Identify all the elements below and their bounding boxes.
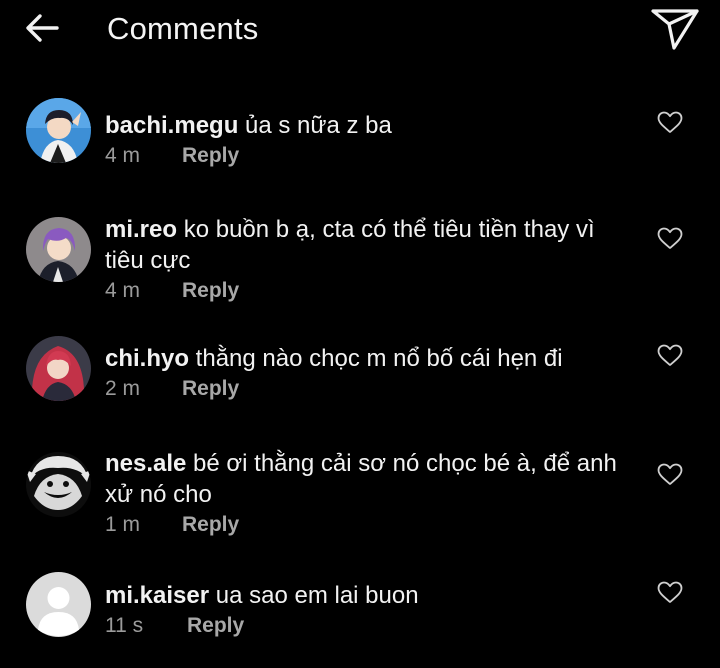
avatar[interactable] <box>26 452 91 517</box>
header-bar: Comments <box>0 0 720 62</box>
reply-button[interactable]: Reply <box>182 510 239 540</box>
avatar[interactable] <box>26 98 91 163</box>
avatar[interactable] <box>26 336 91 401</box>
comment-time: 4 m <box>105 279 141 302</box>
heart-icon <box>657 111 683 139</box>
comment-text: ko buồn b ạ, cta có thể tiêu tiền thay v… <box>105 216 595 274</box>
share-button[interactable] <box>648 8 702 54</box>
like-button[interactable] <box>654 462 686 492</box>
heart-icon <box>657 581 683 609</box>
page-title: Comments <box>107 11 259 46</box>
comment-username[interactable]: nes.ale <box>105 450 186 477</box>
comment-username[interactable]: mi.reo <box>105 216 177 243</box>
like-button[interactable] <box>654 343 686 373</box>
reply-button[interactable]: Reply <box>182 276 239 306</box>
like-button[interactable] <box>654 226 686 256</box>
comment-time: 1 m <box>105 513 141 536</box>
like-button[interactable] <box>654 580 686 610</box>
arrow-left-icon <box>25 13 59 48</box>
comment-username[interactable]: mi.kaiser <box>105 582 209 609</box>
comment-time: 11 s <box>105 614 144 637</box>
comment-body: mi.reo ko buồn b ạ, cta có thể tiêu tiền… <box>105 214 625 306</box>
comment-body: bachi.megu ủa s nữa z ba 4 m Reply <box>105 110 625 171</box>
comment-body: mi.kaiser ua sao em lai buon 11 s Reply <box>105 580 625 641</box>
back-button[interactable] <box>22 12 62 48</box>
comment-body: nes.ale bé ơi thằng cải sơ nó chọc bé à,… <box>105 448 625 540</box>
reply-button[interactable]: Reply <box>187 611 244 641</box>
comment-text: ua sao em lai buon <box>209 582 419 609</box>
comment-time: 2 m <box>105 377 141 400</box>
reply-button[interactable]: Reply <box>182 141 239 171</box>
comment-body: chi.hyo thằng nào chọc m nổ bố cái hẹn đ… <box>105 343 625 404</box>
avatar[interactable] <box>26 572 91 637</box>
comment-username[interactable]: bachi.megu <box>105 112 238 139</box>
comment-time: 4 m <box>105 144 141 167</box>
heart-icon <box>657 463 683 491</box>
comment-text: ủa s nữa z ba <box>238 112 392 139</box>
comment-text: thằng nào chọc m nổ bố cái hẹn đi <box>189 345 563 372</box>
paper-plane-icon <box>650 7 700 56</box>
comment-username[interactable]: chi.hyo <box>105 345 189 372</box>
like-button[interactable] <box>654 110 686 140</box>
heart-icon <box>657 344 683 372</box>
heart-icon <box>657 227 683 255</box>
avatar[interactable] <box>26 217 91 282</box>
reply-button[interactable]: Reply <box>182 374 239 404</box>
